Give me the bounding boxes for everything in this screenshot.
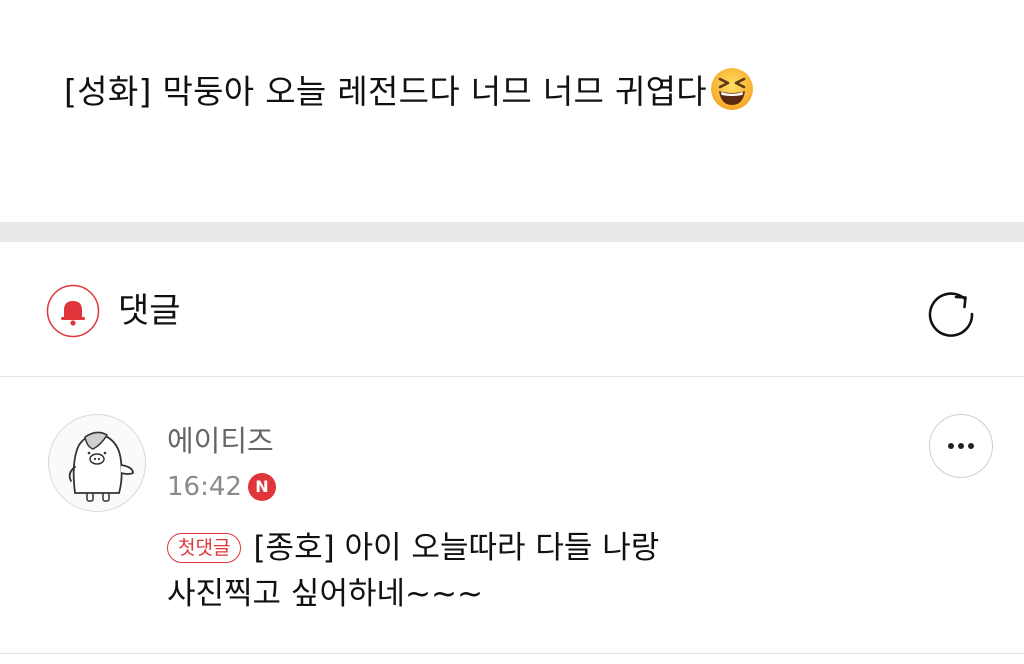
comment-body: 첫댓글 [종호] 아이 오늘따라 다들 나랑 사진찍고 싶어하네~~~: [167, 525, 907, 617]
avatar[interactable]: [48, 414, 146, 512]
new-badge: N: [248, 473, 276, 501]
more-dot-icon: [948, 443, 954, 449]
bell-icon: [46, 284, 100, 338]
refresh-icon: [928, 292, 974, 337]
comment-author[interactable]: 에이티즈: [167, 421, 274, 461]
more-dot-icon: [968, 443, 974, 449]
more-options-button[interactable]: [929, 414, 993, 478]
mascot-avatar-icon: [68, 431, 134, 502]
comment-text-line2: 사진찍고 싶어하네~~~: [167, 576, 483, 612]
comments-header: 댓글: [0, 242, 1024, 377]
comments-title: 댓글: [118, 291, 181, 331]
refresh-button[interactable]: [920, 282, 984, 346]
comment-item: 에이티즈 16:42 N 첫댓글 [종호] 아이 오늘따라 다들 나랑 사진찍고 …: [0, 377, 1024, 654]
post-title-text: [성화] 막둥아 오늘 레전드다 너므 너므 귀엽다: [64, 72, 707, 111]
more-dot-icon: [958, 443, 964, 449]
grinning-squinting-face-icon: [710, 68, 753, 110]
first-comment-badge: 첫댓글: [167, 533, 242, 563]
post-title: [성화] 막둥아 오늘 레전드다 너므 너므 귀엽다: [64, 66, 755, 116]
comment-text-line1: [종호] 아이 오늘따라 다들 나랑: [253, 530, 660, 566]
section-divider: [0, 222, 1024, 242]
comment-time: 16:42: [167, 472, 242, 502]
